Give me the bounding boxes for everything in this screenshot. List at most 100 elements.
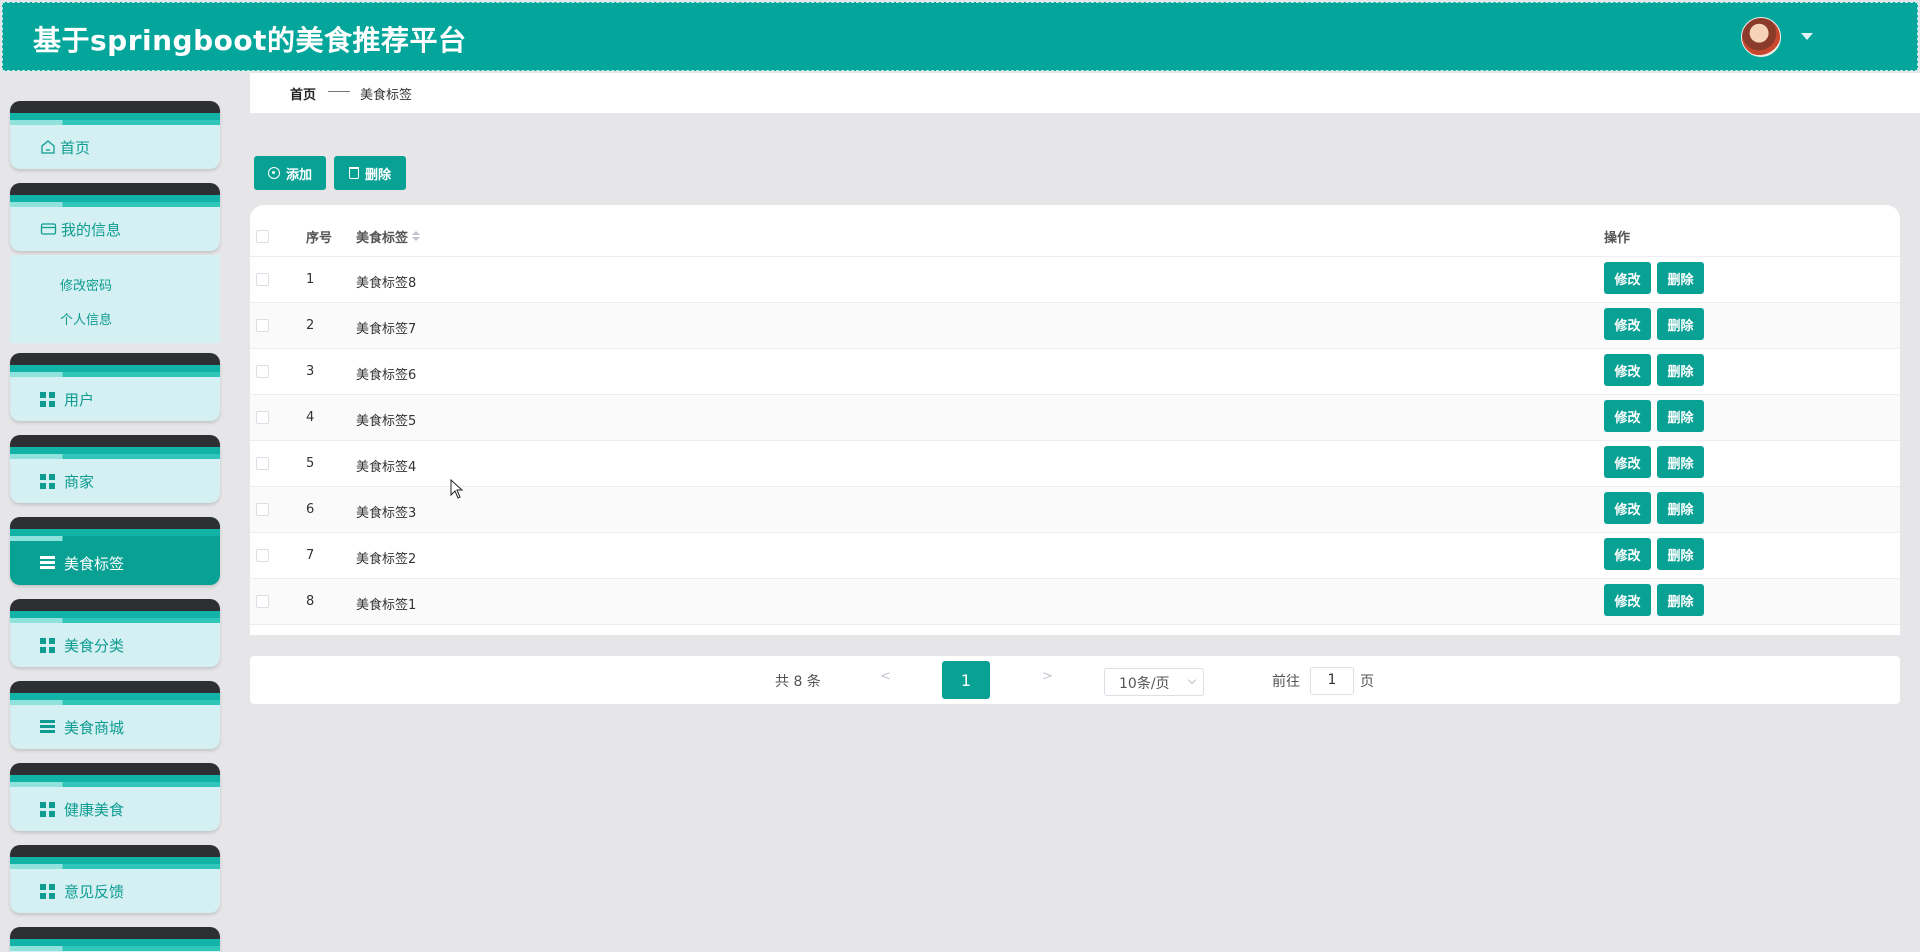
table-row: 1 美食标签8 修改 删除 — [250, 257, 1900, 303]
edit-button[interactable]: 修改 — [1604, 492, 1651, 524]
row-checkbox[interactable] — [256, 411, 269, 424]
sidebar-item-merchants[interactable]: 商家 — [10, 435, 220, 503]
sidebar-item-food-categories[interactable]: 美食分类 — [10, 599, 220, 667]
home-icon — [41, 140, 55, 154]
cell-tag: 美食标签2 — [356, 552, 417, 567]
sidebar-item-body: 意见反馈 — [10, 869, 220, 913]
table-row: 4 美食标签5 修改 删除 — [250, 395, 1900, 441]
card-cap — [10, 517, 220, 531]
edit-button[interactable]: 修改 — [1604, 354, 1651, 386]
grid-icon — [40, 801, 56, 818]
edit-button[interactable]: 修改 — [1604, 584, 1651, 616]
cell-index: 8 — [306, 594, 315, 609]
sidebar-item-food-tags[interactable]: 美食标签 — [10, 517, 220, 585]
sidebar-item-healthy-food[interactable]: 健康美食 — [10, 763, 220, 831]
sort-icon[interactable] — [412, 231, 421, 243]
table-row: 6 美食标签3 修改 删除 — [250, 487, 1900, 533]
sidebar-item-feedback[interactable]: 意见反馈 — [10, 845, 220, 913]
row-checkbox[interactable] — [256, 595, 269, 608]
row-delete-button[interactable]: 删除 — [1657, 262, 1704, 294]
row-checkbox[interactable] — [256, 365, 269, 378]
submenu-item-profile[interactable]: 个人信息 — [60, 309, 112, 328]
row-delete-button[interactable]: 删除 — [1657, 584, 1704, 616]
delete-button[interactable]: 删除 — [334, 156, 406, 190]
cell-index: 7 — [306, 548, 315, 563]
card-cap — [10, 927, 220, 941]
sidebar-item-label: 用户 — [64, 390, 95, 409]
page-unit-label: 页 — [1360, 674, 1374, 690]
goto-page-input[interactable]: 1 — [1310, 667, 1354, 695]
sidebar-submenu: 修改密码 个人信息 — [10, 255, 220, 343]
pagination: 共 8 条 < 1 > 10条/页 前往 1 页 — [250, 656, 1900, 704]
list-icon — [40, 555, 56, 571]
trash-icon — [348, 167, 359, 179]
row-checkbox[interactable] — [256, 273, 269, 286]
avatar-icon[interactable] — [1741, 17, 1781, 57]
sidebar-item-label: 美食商城 — [64, 718, 125, 737]
row-delete-button[interactable]: 删除 — [1657, 538, 1704, 570]
grid-icon — [40, 391, 56, 408]
row-delete-button[interactable]: 删除 — [1657, 446, 1704, 478]
table-header: 序号 美食标签 操作 — [250, 205, 1900, 257]
row-delete-button[interactable]: 删除 — [1657, 308, 1704, 340]
cell-index: 3 — [306, 364, 315, 379]
sidebar-item-body: 健康美食 — [10, 787, 220, 831]
edit-button[interactable]: 修改 — [1604, 446, 1651, 478]
sidebar-item-food-mall[interactable]: 美食商城 — [10, 681, 220, 749]
table-row: 5 美食标签4 修改 删除 — [250, 441, 1900, 487]
breadcrumb-home[interactable]: 首页 — [290, 84, 316, 103]
row-checkbox[interactable] — [256, 457, 269, 470]
edit-button[interactable]: 修改 — [1604, 538, 1651, 570]
table-row: 2 美食标签7 修改 删除 — [250, 303, 1900, 349]
row-checkbox[interactable] — [256, 503, 269, 516]
sidebar-item-body: 美食标签 — [10, 541, 220, 585]
sidebar-item-users[interactable]: 用户 — [10, 353, 220, 421]
add-button[interactable]: 添加 — [254, 156, 326, 190]
edit-button[interactable]: 修改 — [1604, 400, 1651, 432]
cell-tag: 美食标签3 — [356, 506, 417, 521]
breadcrumb: 首页 美食标签 — [250, 73, 1920, 113]
pagination-total: 共 8 条 — [775, 674, 821, 690]
row-checkbox[interactable] — [256, 319, 269, 332]
row-delete-button[interactable]: 删除 — [1657, 492, 1704, 524]
caret-down-icon[interactable] — [1801, 33, 1813, 40]
list-icon — [40, 719, 56, 735]
sidebar-item-home[interactable]: 首页 — [10, 101, 220, 169]
page-number-button[interactable]: 1 — [942, 661, 990, 699]
sidebar-item-body: 商家 — [10, 459, 220, 503]
sidebar-item-label: 美食标签 — [64, 554, 125, 573]
add-button-label: 添加 — [285, 166, 312, 182]
cell-tag: 美食标签6 — [356, 368, 417, 383]
grid-icon — [40, 637, 56, 654]
sidebar-item-label: 我的信息 — [61, 220, 122, 239]
row-delete-button[interactable]: 删除 — [1657, 400, 1704, 432]
sidebar-item-my-info[interactable]: 我的信息 — [10, 183, 220, 251]
prev-page-button[interactable]: < — [880, 669, 891, 684]
goto-label: 前往 — [1272, 674, 1300, 690]
edit-button[interactable]: 修改 — [1604, 308, 1651, 340]
sidebar-item-label: 健康美食 — [64, 800, 125, 819]
sidebar-item-more[interactable] — [10, 927, 220, 952]
card-cap — [10, 763, 220, 777]
card-cap — [10, 101, 220, 115]
submenu-item-change-password[interactable]: 修改密码 — [60, 275, 112, 294]
table-row: 8 美食标签1 修改 删除 — [250, 579, 1900, 625]
card-stripe — [10, 946, 220, 951]
column-header-actions: 操作 — [1604, 231, 1631, 246]
mouse-cursor-icon — [450, 479, 464, 499]
row-checkbox[interactable] — [256, 549, 269, 562]
next-page-button[interactable]: > — [1042, 669, 1053, 684]
cell-tag: 美食标签4 — [356, 460, 417, 475]
row-delete-button[interactable]: 删除 — [1657, 354, 1704, 386]
sidebar-item-label: 意见反馈 — [64, 882, 125, 901]
cell-tag: 美食标签8 — [356, 276, 417, 291]
cell-tag: 美食标签5 — [356, 414, 417, 429]
select-all-checkbox[interactable] — [256, 230, 269, 243]
sidebar-item-label: 首页 — [60, 138, 91, 157]
page-size-select[interactable]: 10条/页 — [1104, 668, 1204, 696]
cell-index: 1 — [306, 272, 315, 287]
column-header-tag-label: 美食标签 — [356, 231, 409, 246]
column-header-tag[interactable]: 美食标签 — [356, 227, 421, 246]
sidebar-item-body: 美食商城 — [10, 705, 220, 749]
edit-button[interactable]: 修改 — [1604, 262, 1651, 294]
